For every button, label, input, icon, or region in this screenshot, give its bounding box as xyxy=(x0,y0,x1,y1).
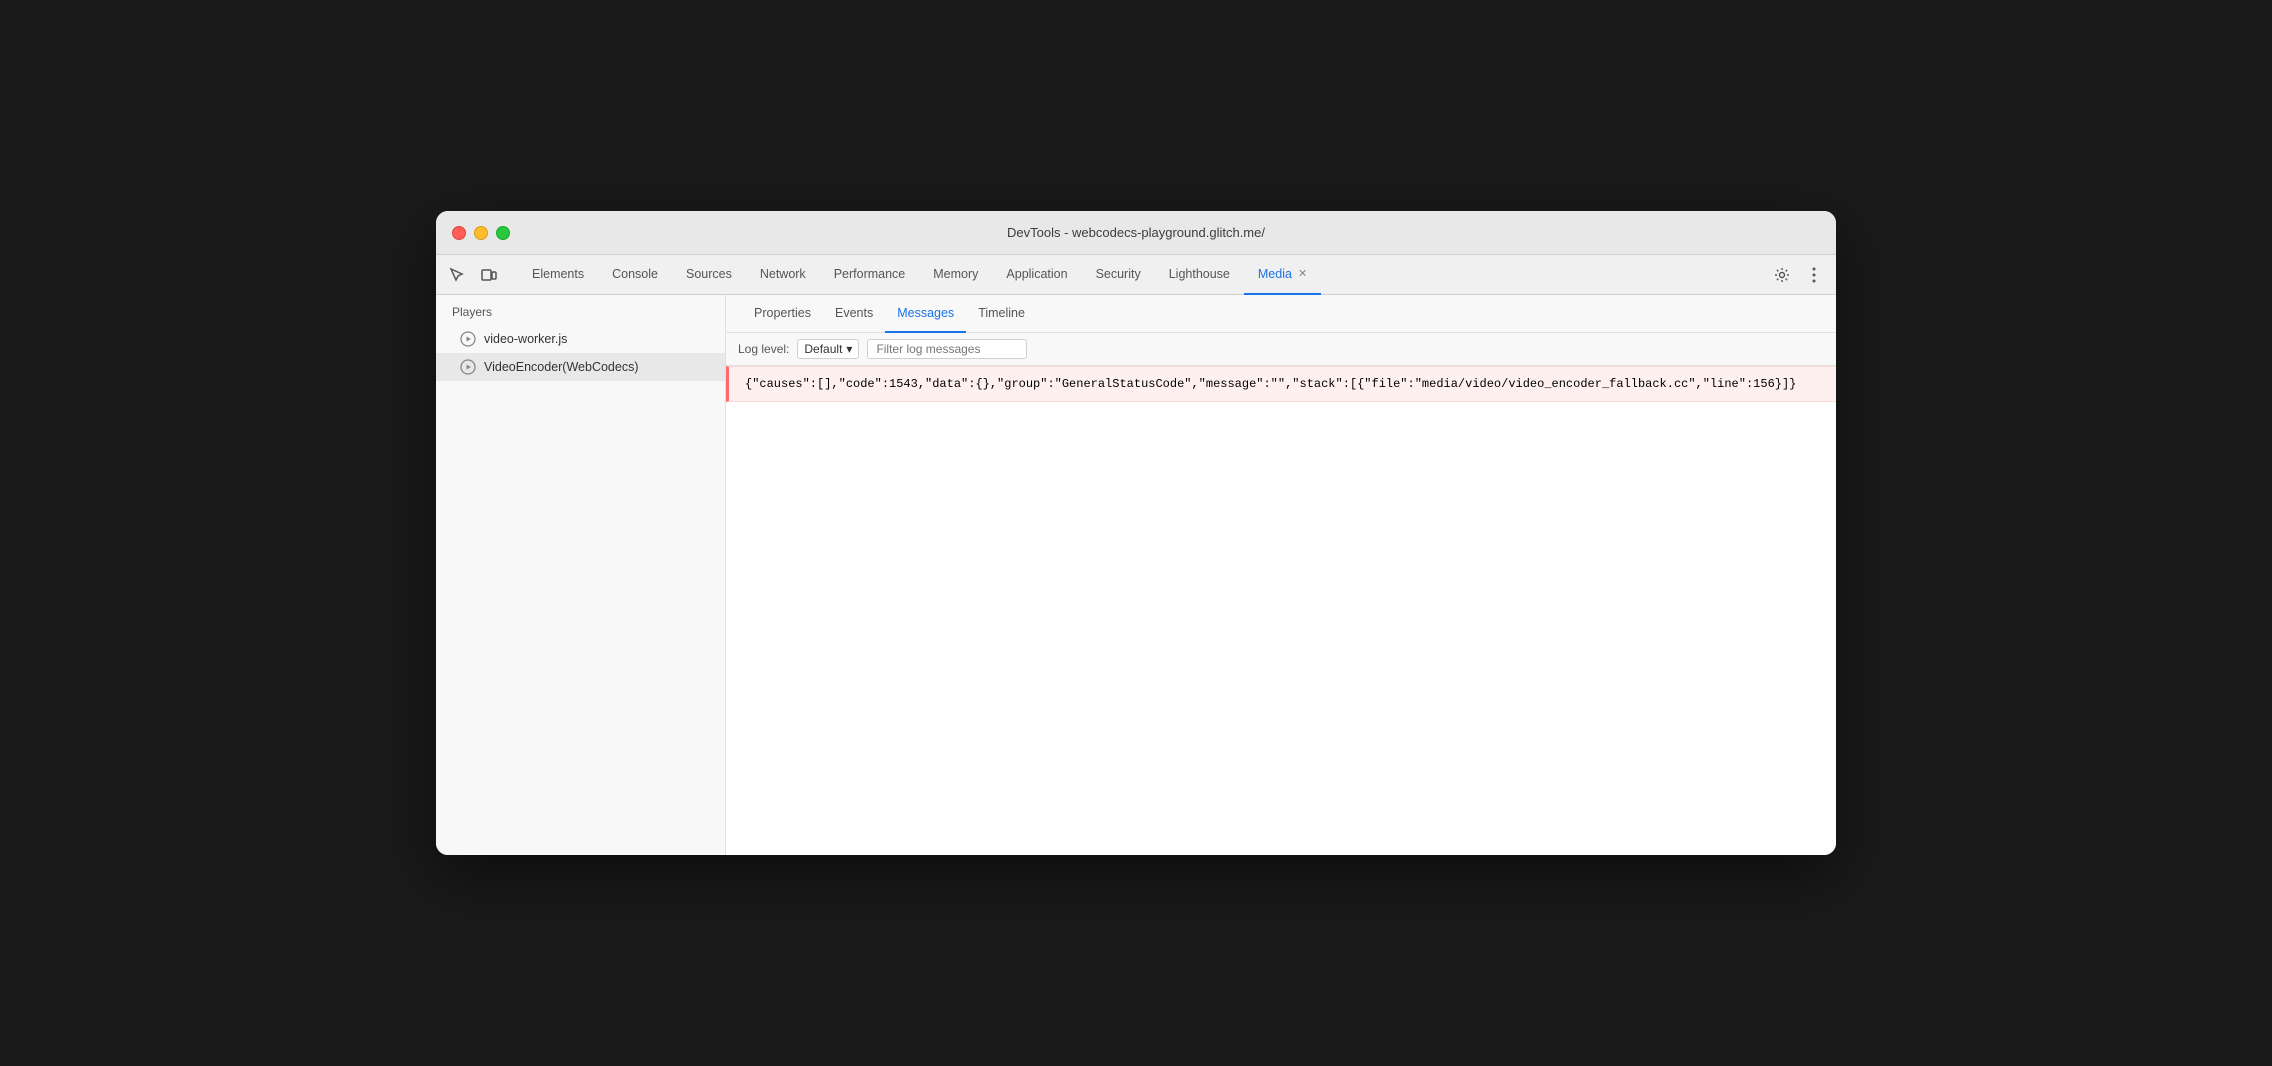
tab-application[interactable]: Application xyxy=(992,255,1081,295)
sidebar-header: Players xyxy=(436,295,725,325)
log-level-label: Log level: xyxy=(738,342,789,356)
panel-tab-events[interactable]: Events xyxy=(823,295,885,333)
sidebar-item-video-worker[interactable]: video-worker.js xyxy=(436,325,725,353)
panel-tab-messages[interactable]: Messages xyxy=(885,295,966,333)
main-panel: Properties Events Messages Timeline Log … xyxy=(726,295,1836,855)
tab-console[interactable]: Console xyxy=(598,255,672,295)
close-button[interactable] xyxy=(452,226,466,240)
panel-tab-bar: Properties Events Messages Timeline xyxy=(726,295,1836,333)
tab-performance[interactable]: Performance xyxy=(820,255,920,295)
panel-tab-timeline[interactable]: Timeline xyxy=(966,295,1037,333)
filter-input[interactable] xyxy=(867,339,1027,359)
traffic-lights xyxy=(452,226,510,240)
tab-network[interactable]: Network xyxy=(746,255,820,295)
tab-elements[interactable]: Elements xyxy=(518,255,598,295)
log-entry: {"causes":[],"code":1543,"data":{},"grou… xyxy=(726,366,1836,402)
devtools-body: Players video-worker.js VideoEn xyxy=(436,295,1836,855)
tab-security[interactable]: Security xyxy=(1082,255,1155,295)
tab-media[interactable]: Media ✕ xyxy=(1244,255,1321,295)
settings-button[interactable] xyxy=(1768,261,1796,289)
play-icon-2 xyxy=(460,359,476,375)
panel-content: {"causes":[],"code":1543,"data":{},"grou… xyxy=(726,366,1836,855)
tab-memory[interactable]: Memory xyxy=(919,255,992,295)
tab-lighthouse[interactable]: Lighthouse xyxy=(1155,255,1244,295)
toolbar-icons xyxy=(444,262,502,288)
device-toggle-icon[interactable] xyxy=(476,262,502,288)
window-title: DevTools - webcodecs-playground.glitch.m… xyxy=(1007,225,1265,240)
sidebar-item-video-encoder[interactable]: VideoEncoder(WebCodecs) xyxy=(436,353,725,381)
sidebar: Players video-worker.js VideoEn xyxy=(436,295,726,855)
tab-sources[interactable]: Sources xyxy=(672,255,746,295)
devtools-window: DevTools - webcodecs-playground.glitch.m… xyxy=(436,211,1836,855)
title-bar: DevTools - webcodecs-playground.glitch.m… xyxy=(436,211,1836,255)
tab-close-icon[interactable]: ✕ xyxy=(1298,267,1307,280)
tab-actions xyxy=(1768,261,1828,289)
minimize-button[interactable] xyxy=(474,226,488,240)
inspect-icon[interactable] xyxy=(444,262,470,288)
more-options-button[interactable] xyxy=(1800,261,1828,289)
dropdown-arrow-icon: ▾ xyxy=(846,342,852,356)
maximize-button[interactable] xyxy=(496,226,510,240)
devtools-tab-bar: Elements Console Sources Network Perform… xyxy=(436,255,1836,295)
log-level-select[interactable]: Default ▾ xyxy=(797,339,859,359)
panel-toolbar: Log level: Default ▾ xyxy=(726,333,1836,366)
play-icon xyxy=(460,331,476,347)
panel-tab-properties[interactable]: Properties xyxy=(742,295,823,333)
